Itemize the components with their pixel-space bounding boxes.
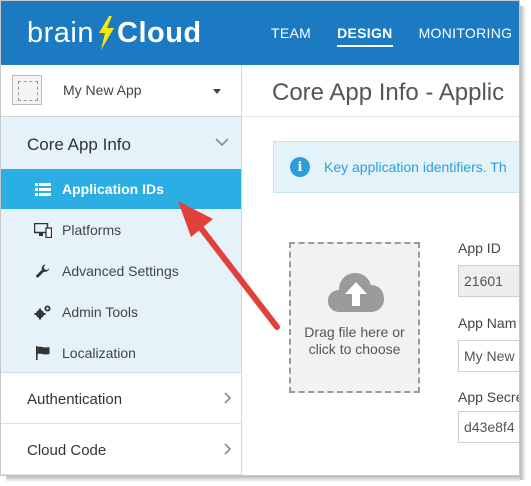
list-icon [34, 180, 52, 198]
info-alert: i Key application identifiers. Th [273, 141, 519, 193]
logo-text-cloud: Cloud [117, 16, 202, 49]
flag-icon [34, 344, 52, 362]
tab-design[interactable]: DESIGN [337, 1, 394, 65]
sidebar-item-localization[interactable]: Localization [1, 333, 241, 373]
sidebar-item-label: Advanced Settings [62, 263, 179, 279]
app-id-field: 21601 [458, 265, 519, 297]
main-content: Core App Info - Applic i Key application… [242, 65, 520, 475]
sidebar: My New App Core App Info Application IDs [1, 65, 242, 475]
sidebar-section-core-app-info: Core App Info Application IDs Platforms … [1, 117, 241, 373]
sidebar-item-label: Admin Tools [62, 304, 139, 320]
app-window: brain Cloud TEAM DESIGN MONITORING My Ne… [0, 0, 520, 476]
logo-text-brain: brain [27, 16, 94, 49]
app-name-field[interactable]: My New [458, 340, 519, 372]
sidebar-item-admin-tools[interactable]: Admin Tools [1, 292, 241, 332]
wrench-icon [34, 262, 52, 280]
chevron-up-icon[interactable] [215, 135, 229, 149]
sidebar-section-cloud-code[interactable]: Cloud Code [1, 425, 241, 475]
app-name-label: App Nam [458, 315, 517, 331]
section-title[interactable]: Core App Info [27, 135, 131, 155]
app-selector[interactable]: My New App [1, 65, 241, 117]
app-secret-field[interactable]: d43e8f4 [458, 411, 519, 443]
sidebar-section-authentication[interactable]: Authentication [1, 374, 241, 424]
tab-monitoring[interactable]: MONITORING [419, 1, 513, 65]
dropzone-text: Drag file here or click to choose [304, 324, 405, 357]
sidebar-item-label: Platforms [62, 222, 122, 238]
app-thumbnail [12, 75, 42, 105]
top-bar: brain Cloud TEAM DESIGN MONITORING [1, 1, 519, 65]
tab-team[interactable]: TEAM [271, 1, 311, 65]
page-title: Core App Info - Applic [272, 79, 505, 106]
main-nav: TEAM DESIGN MONITORING [271, 1, 519, 65]
app-id-label: App ID [458, 240, 501, 256]
app-name: My New App [63, 82, 142, 98]
frame-shadow-bottom [6, 476, 520, 482]
info-text: Key application identifiers. Th [324, 159, 507, 175]
sidebar-item-label: Localization [62, 345, 136, 361]
gears-icon [34, 303, 52, 321]
frame-shadow-right [520, 6, 526, 480]
monitor-icon [34, 221, 52, 239]
app-secret-label: App Secre [458, 389, 520, 405]
sidebar-item-application-ids[interactable]: Application IDs [1, 169, 241, 209]
sidebar-item-advanced-settings[interactable]: Advanced Settings [1, 251, 241, 291]
caret-down-icon [213, 89, 221, 94]
info-icon: i [290, 157, 310, 177]
chevron-right-icon [224, 443, 232, 455]
cloud-upload-icon [327, 273, 384, 312]
braincloud-logo[interactable]: brain Cloud [27, 15, 202, 51]
sidebar-section-label: Authentication [27, 391, 123, 408]
image-dropzone[interactable]: Drag file here or click to choose [289, 242, 420, 393]
title-divider [242, 116, 519, 117]
chevron-right-icon [224, 392, 232, 404]
sidebar-section-label: Cloud Code [27, 442, 107, 459]
sidebar-item-platforms[interactable]: Platforms [1, 210, 241, 250]
lightning-bolt-icon [99, 16, 114, 50]
sidebar-item-label: Application IDs [62, 181, 164, 197]
